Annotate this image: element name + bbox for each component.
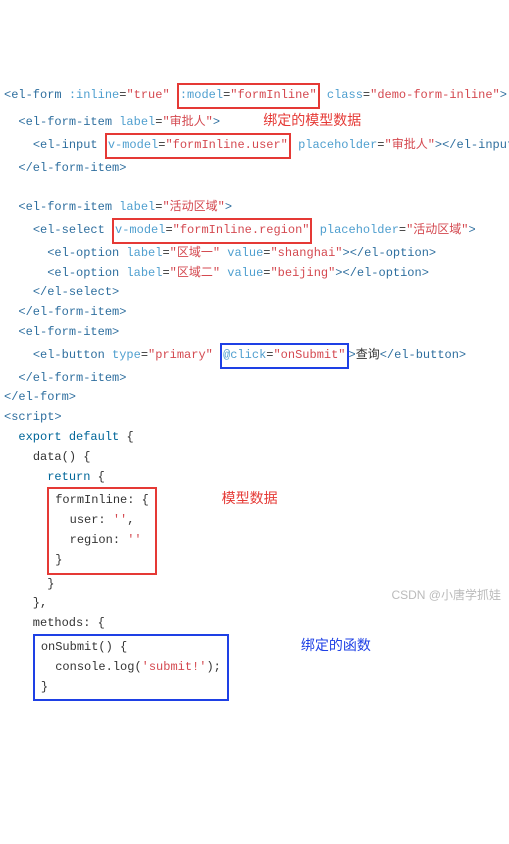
code-container: <el-form :inline="true" :model="formInli… [4,83,505,701]
highlight-method: onSubmit() { console.log('submit!'); } [33,634,229,701]
highlight-vmodel-region: v-model="formInline.region" [112,218,312,244]
highlight-click-handler: @click="onSubmit" [220,343,348,369]
highlight-data-object: formInline: { user: '', region: '' } [47,487,157,574]
highlight-vmodel-user: v-model="formInline.user" [105,133,291,159]
watermark: CSDN @小唐学抓娃 [391,586,501,606]
annotation-model-data-2: 模型数据 [222,490,278,506]
highlight-model-binding: :model="formInline" [177,83,320,109]
annotation-model-data: 绑定的模型数据 [263,112,361,128]
annotation-bound-function: 绑定的函数 [301,637,371,653]
